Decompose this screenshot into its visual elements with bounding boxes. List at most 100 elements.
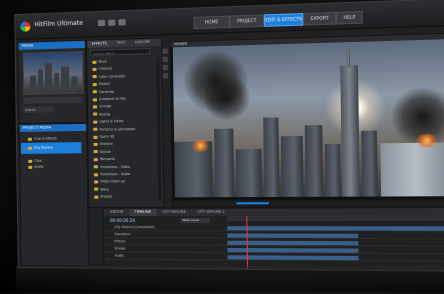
list-item[interactable]: Particles & Simulation — [93, 127, 135, 132]
list-item[interactable]: Audio — [28, 165, 43, 169]
tab-city-skyline-2[interactable]: CITY SKYLINE 2 — [192, 209, 230, 216]
folder-icon — [93, 127, 98, 131]
nav-edit-effects[interactable]: EDIT & EFFECTS — [263, 13, 304, 27]
folder-icon — [93, 112, 98, 116]
folder-icon — [92, 82, 97, 86]
list-item[interactable]: Grunge — [92, 104, 111, 109]
project-media-header: PROJECT MEDIA — [19, 123, 87, 132]
folder-icon — [27, 137, 32, 141]
list-item[interactable]: Quick 3D — [93, 135, 114, 139]
effects-tabs: EFFECTS TEXT HISTORY — [86, 38, 162, 48]
list-item[interactable]: Clips — [28, 159, 42, 163]
media-thumbnail[interactable] — [22, 51, 84, 95]
folder-icon — [93, 157, 98, 161]
track-label: Smoke — [114, 246, 126, 251]
app-window: HitFilm Ultimate HOME PROJECT EDIT & EFF… — [14, 0, 444, 272]
project-media-title: PROJECT MEDIA — [22, 125, 52, 130]
folder-icon — [93, 165, 98, 169]
list-item[interactable]: Distort — [92, 82, 110, 86]
folder-icon — [92, 75, 97, 79]
folder-icon — [93, 120, 98, 124]
list-item[interactable]: Gradients & Fills — [92, 97, 126, 102]
track-label: Effects — [114, 239, 126, 244]
track-label: City Skyline [Composite] — [114, 225, 155, 230]
folder-icon — [92, 60, 97, 64]
folder-icon — [93, 135, 98, 139]
list-item[interactable]: Warp — [94, 187, 109, 191]
redo-icon[interactable] — [108, 19, 116, 26]
table-row[interactable]: City Skyline [Composite] — [103, 225, 444, 232]
viewer-canvas[interactable] — [172, 38, 444, 198]
media-controls[interactable] — [23, 96, 82, 104]
new-layer-button[interactable]: New Layer — [180, 217, 211, 224]
project-media-panel: PROJECT MEDIA Crop & Effects City Skylin… — [18, 122, 90, 267]
timeline-ruler[interactable] — [227, 215, 444, 222]
track-clip[interactable] — [227, 225, 444, 231]
list-item[interactable]: Transitions - Video — [93, 164, 130, 169]
folder-icon — [28, 146, 33, 150]
list-item[interactable]: Generate — [92, 89, 114, 94]
table-row[interactable]: Audio — [104, 253, 444, 262]
nav-help[interactable]: HELP — [336, 10, 363, 25]
media-panel-title: MEDIA — [21, 43, 34, 48]
list-item[interactable]: Stylize — [93, 150, 111, 154]
select-tool-icon[interactable] — [162, 48, 168, 54]
media-panel: MEDIA Import — [17, 39, 88, 124]
list-item[interactable]: Blurs — [92, 59, 107, 64]
tab-timeline[interactable]: TIMELINE — [129, 208, 157, 216]
list-item[interactable]: Keying — [93, 112, 110, 116]
empire-state-building — [340, 65, 360, 197]
viewer-playback-bar[interactable] — [172, 199, 444, 207]
zoom-tool-icon[interactable] — [162, 64, 168, 71]
folder-icon — [28, 159, 33, 163]
folder-icon — [93, 142, 98, 146]
list-item[interactable]: Lights & Flares — [93, 119, 124, 124]
tab-effects[interactable]: EFFECTS — [87, 40, 111, 48]
app-title: HitFilm Ultimate — [34, 19, 83, 29]
viewer-panel: VIEWER — [169, 32, 444, 208]
nav-export[interactable]: EXPORT — [303, 11, 337, 26]
folder-icon — [92, 90, 97, 94]
undo-icon[interactable] — [97, 19, 106, 27]
media-panel-header: MEDIA — [18, 40, 86, 50]
list-item[interactable]: Color Correction — [92, 74, 125, 79]
folder-icon — [94, 195, 99, 199]
folder-icon — [94, 187, 99, 191]
list-item[interactable]: Video Clean-up — [94, 180, 125, 184]
tab-text[interactable]: TEXT — [111, 39, 130, 47]
folder-icon — [92, 97, 97, 101]
tab-editor[interactable]: EDITOR — [106, 209, 129, 216]
folder-icon — [28, 165, 33, 169]
folder-icon — [92, 67, 97, 71]
viewer-tool-strip — [162, 48, 169, 110]
mask-tool-icon[interactable] — [162, 73, 168, 79]
effects-scrollbar[interactable] — [156, 56, 162, 201]
folder-icon — [93, 172, 99, 176]
effects-search-input[interactable]: Search effects — [90, 48, 150, 56]
folder-icon — [94, 180, 99, 184]
track-label: Transform — [114, 232, 131, 237]
nav-home[interactable]: HOME — [193, 15, 230, 30]
list-item[interactable]: Temporal — [93, 157, 115, 161]
effects-panel: EFFECTS TEXT HISTORY Search effects Blur… — [85, 37, 165, 208]
nav-project[interactable]: PROJECT — [229, 14, 265, 29]
pan-tool-icon[interactable] — [162, 56, 168, 63]
viewer-title: VIEWER — [173, 41, 187, 47]
app-logo-icon — [20, 21, 31, 32]
table-row[interactable]: Transform — [103, 232, 444, 240]
list-item[interactable]: City Skyline — [28, 146, 53, 150]
list-item[interactable]: Crop & Effects — [27, 136, 57, 141]
tab-city-skyline[interactable]: CITY SKYLINE — [157, 209, 191, 216]
timecode-display: 00:00:06:24 — [109, 217, 136, 224]
save-icon[interactable] — [118, 19, 126, 26]
list-item[interactable]: Channel — [92, 67, 112, 72]
viewer-scrubber[interactable] — [236, 202, 269, 205]
list-item[interactable]: Transitions - Audio — [93, 172, 130, 176]
tab-history[interactable]: HISTORY — [131, 39, 154, 47]
list-item[interactable]: Sharpen — [93, 142, 113, 146]
track-label: Audio — [114, 253, 124, 258]
list-item[interactable]: Presets — [94, 195, 112, 199]
import-button[interactable]: Import — [23, 106, 54, 113]
folder-icon — [93, 150, 98, 154]
timeline-panel: EDITOR TIMELINE CITY SKYLINE CITY SKYLIN… — [102, 206, 444, 272]
